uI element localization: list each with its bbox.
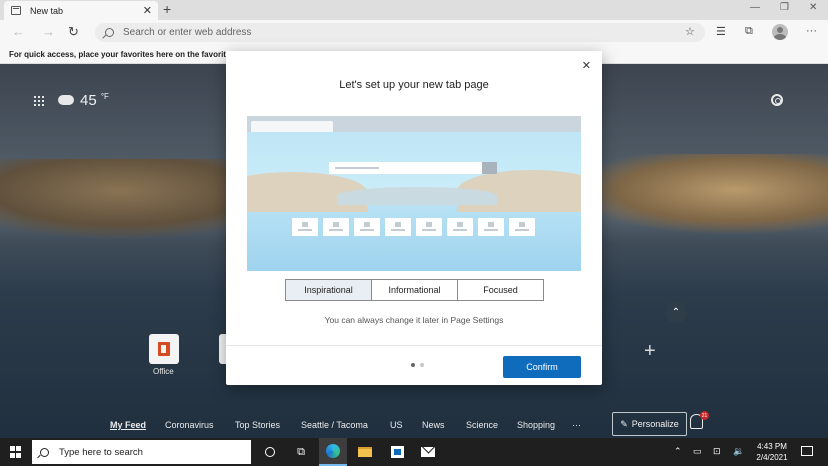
preview-tile <box>385 218 411 236</box>
address-placeholder: Search or enter web address <box>123 27 252 38</box>
layout-preview-image <box>247 116 581 271</box>
taskbar-search-input[interactable]: Type here to search <box>32 440 251 464</box>
feed-tab-shopping[interactable]: Shopping <box>517 420 555 430</box>
tab-title: New tab <box>30 5 64 16</box>
pager-dots <box>411 363 424 367</box>
edge-icon <box>326 444 340 458</box>
cortana-icon <box>265 447 275 457</box>
preview-scene <box>247 132 581 271</box>
dialog-title: Let's set up your new tab page <box>339 79 489 91</box>
mail-icon <box>421 447 435 457</box>
action-center-icon[interactable] <box>801 446 813 456</box>
feed-tab-top-stories[interactable]: Top Stories <box>235 420 280 430</box>
feed-more-icon[interactable]: ··· <box>572 420 581 430</box>
feed-tab-seattle[interactable]: Seattle / Tacoma <box>301 420 368 430</box>
collections-icon[interactable]: ⧉ <box>745 25 753 38</box>
dialog-footer: Confirm <box>226 345 602 385</box>
task-view-button[interactable]: ⧉ <box>287 438 315 466</box>
feed-tab-coronavirus[interactable]: Coronavirus <box>165 420 214 430</box>
task-view-icon: ⧉ <box>297 445 305 458</box>
address-input[interactable]: Search or enter web address <box>95 23 705 42</box>
volume-icon[interactable]: 🔉 <box>733 446 744 457</box>
minimize-button[interactable]: — <box>750 2 760 13</box>
refresh-icon[interactable]: ↻ <box>68 24 79 40</box>
preview-tile <box>416 218 442 236</box>
setup-dialog: ✕ Let's set up your new tab page Inspira… <box>226 51 602 385</box>
feed-tab-my-feed[interactable]: My Feed <box>110 420 146 430</box>
restore-button[interactable]: ❐ <box>780 2 789 13</box>
add-site-icon[interactable]: + <box>644 340 656 363</box>
tray-overflow-icon[interactable]: ⌃ <box>674 446 682 457</box>
more-menu-icon[interactable]: ··· <box>806 25 817 37</box>
top-site-label: Office <box>153 367 174 376</box>
new-tab-page-icon <box>11 6 21 15</box>
option-inspirational[interactable]: Inspirational <box>286 280 372 300</box>
pager-dot[interactable] <box>411 363 415 367</box>
feed-nav: My Feed Coronavirus Top Stories Seattle … <box>0 411 828 438</box>
weather-temperature[interactable]: 45 °F <box>80 92 109 109</box>
taskbar-search-placeholder: Type here to search <box>59 446 143 458</box>
tab-close-icon[interactable]: ✕ <box>143 4 152 17</box>
network-icon[interactable]: ⊡ <box>713 446 721 457</box>
battery-icon[interactable]: ▭ <box>693 446 702 457</box>
settings-gear-icon[interactable] <box>771 94 783 106</box>
preview-tile <box>323 218 349 236</box>
feed-tab-science[interactable]: Science <box>466 420 498 430</box>
office-logo-icon <box>158 342 170 356</box>
feed-tab-us[interactable]: US <box>390 420 403 430</box>
cloud-icon <box>58 95 74 105</box>
pencil-icon: ✎ <box>620 418 628 429</box>
favorites-list-icon[interactable]: ☰ <box>716 25 726 38</box>
preview-tile <box>354 218 380 236</box>
windows-start-icon[interactable] <box>10 446 22 458</box>
layout-option-group: Inspirational Informational Focused <box>285 279 544 301</box>
confirm-button[interactable]: Confirm <box>503 356 581 378</box>
tab-new-tab[interactable]: New tab ✕ <box>4 1 158 20</box>
tab-strip: New tab ✕ + — ❐ ✕ <box>0 0 828 20</box>
taskbar-file-explorer[interactable] <box>351 438 379 466</box>
taskbar-edge[interactable] <box>319 438 347 466</box>
option-focused[interactable]: Focused <box>458 280 543 300</box>
feed-tab-news[interactable]: News <box>422 420 445 430</box>
profile-avatar[interactable] <box>772 24 788 40</box>
store-icon <box>390 446 404 458</box>
address-toolbar: ← → ↻ Search or enter web address ☆ ☰ ⧉ … <box>0 20 828 45</box>
taskbar-clock[interactable]: 4:43 PM 2/4/2021 <box>752 441 792 463</box>
taskbar: Type here to search ⧉ ⌃ ▭ ⊡ 🔉 4:43 PM 2/… <box>0 438 828 466</box>
personalize-button[interactable]: ✎ Personalize <box>612 412 687 436</box>
preview-hill <box>337 187 497 205</box>
clock-date: 2/4/2021 <box>756 453 788 462</box>
preview-searchbox <box>329 162 497 174</box>
preview-tile <box>509 218 535 236</box>
new-tab-button[interactable]: + <box>163 1 171 17</box>
folder-icon <box>358 447 372 457</box>
close-window-button[interactable]: ✕ <box>809 2 817 13</box>
forward-icon[interactable]: → <box>42 24 55 39</box>
app-launcher-icon[interactable] <box>34 96 44 106</box>
preview-tile <box>292 218 318 236</box>
top-site-office[interactable] <box>149 334 179 364</box>
notification-badge: 21 <box>700 411 709 420</box>
clock-time: 4:43 PM <box>757 442 787 451</box>
option-informational[interactable]: Informational <box>372 280 458 300</box>
personalize-label: Personalize <box>631 419 679 429</box>
search-icon <box>40 447 49 457</box>
close-dialog-icon[interactable]: ✕ <box>582 59 591 72</box>
cortana-button[interactable] <box>256 438 284 466</box>
preview-tile <box>447 218 473 236</box>
dialog-hint: You can always change it later in Page S… <box>324 315 504 325</box>
preview-tile <box>478 218 504 236</box>
favorite-star-icon[interactable]: ☆ <box>685 25 695 38</box>
pager-dot[interactable] <box>420 363 424 367</box>
taskbar-mail[interactable] <box>414 438 442 466</box>
back-icon[interactable]: ← <box>12 24 25 39</box>
collapse-feed-button[interactable]: ⌃ <box>665 301 687 323</box>
search-icon <box>105 28 114 37</box>
taskbar-store[interactable] <box>383 438 411 466</box>
